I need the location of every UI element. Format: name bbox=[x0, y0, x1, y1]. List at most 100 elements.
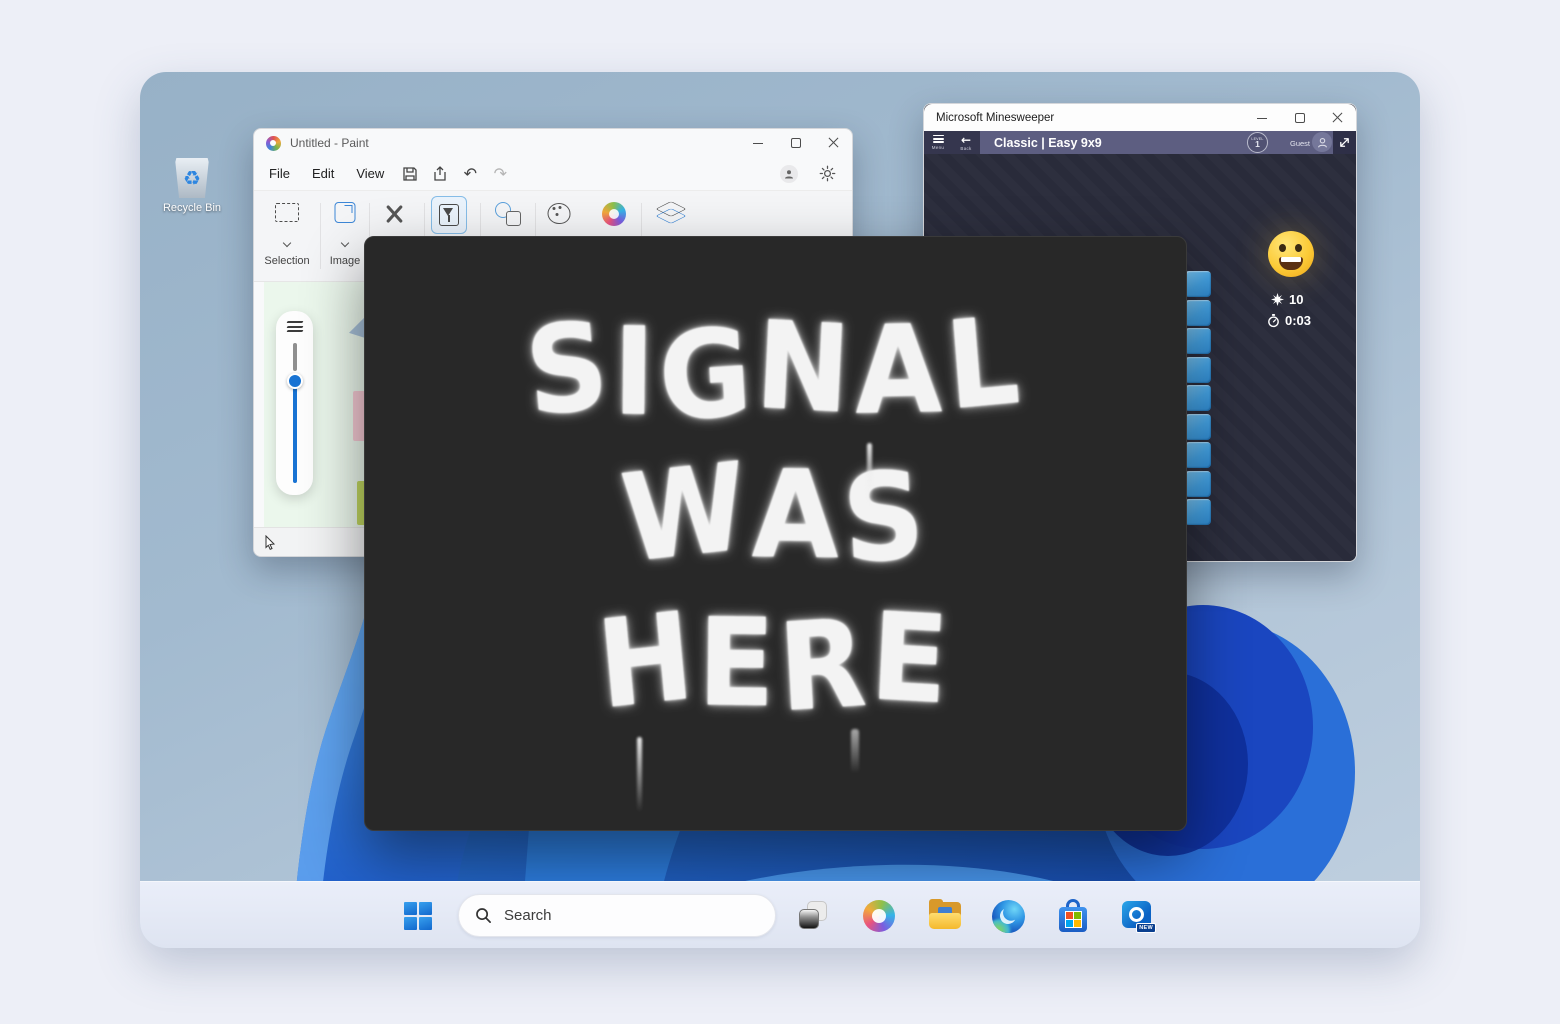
recycle-arrows-icon: ♻ bbox=[183, 168, 201, 188]
mine-cell[interactable] bbox=[1185, 328, 1211, 354]
minimize-button[interactable] bbox=[752, 137, 764, 149]
search-icon bbox=[475, 907, 492, 924]
slider-track[interactable] bbox=[293, 343, 297, 484]
shapes-icon bbox=[495, 202, 521, 226]
selection-dropdown[interactable] bbox=[284, 233, 290, 251]
game-mode-title: Classic | Easy 9x9 bbox=[994, 136, 1102, 150]
mine-cell[interactable] bbox=[1185, 414, 1211, 440]
image-label: Image bbox=[330, 255, 361, 267]
tools-button[interactable] bbox=[382, 202, 406, 226]
outlook-icon: NEW bbox=[1120, 899, 1156, 933]
guest-label: Guest bbox=[1290, 139, 1310, 148]
graffiti-line-3: HERE bbox=[598, 583, 953, 744]
graffiti-overlay: SIGNAL WAS HERE bbox=[364, 236, 1187, 831]
mine-cell[interactable] bbox=[1185, 271, 1211, 297]
start-button[interactable] bbox=[399, 897, 437, 935]
settings-gear-icon[interactable] bbox=[812, 163, 842, 185]
menu-file[interactable]: File bbox=[258, 162, 301, 185]
graffiti-line-1: SIGNAL bbox=[526, 289, 1025, 453]
copilot-icon bbox=[863, 900, 895, 932]
image-dropdown[interactable] bbox=[342, 233, 348, 251]
fullscreen-button[interactable] bbox=[1333, 131, 1356, 154]
minesweeper-window-title: Microsoft Minesweeper bbox=[936, 112, 1054, 124]
copilot-button[interactable] bbox=[602, 202, 626, 226]
palette-icon bbox=[548, 203, 571, 224]
menu-edit[interactable]: Edit bbox=[301, 162, 345, 185]
menu-view[interactable]: View bbox=[345, 162, 395, 185]
recycle-bin-label: Recycle Bin bbox=[152, 202, 232, 214]
mine-cell[interactable] bbox=[1185, 300, 1211, 326]
mines-remaining-value: 10 bbox=[1289, 292, 1303, 307]
minesweeper-titlebar: Microsoft Minesweeper bbox=[924, 104, 1356, 131]
minesweeper-header: Menu ← Back Classic | Easy 9x9 LEVEL 1 G… bbox=[924, 131, 1356, 154]
mine-cell[interactable] bbox=[1185, 442, 1211, 468]
stopwatch-icon bbox=[1267, 314, 1280, 328]
minimize-button[interactable] bbox=[1256, 112, 1268, 124]
search-box[interactable]: Search bbox=[458, 894, 776, 937]
windows-logo-icon bbox=[404, 902, 432, 930]
level-badge[interactable]: LEVEL 1 bbox=[1247, 132, 1268, 153]
selection-tool[interactable] bbox=[275, 203, 299, 222]
timer-value: 0:03 bbox=[1285, 313, 1311, 328]
microsoft-store-button[interactable] bbox=[1054, 897, 1092, 935]
outlook-new-badge: NEW bbox=[1136, 923, 1156, 933]
chevron-down-icon bbox=[283, 239, 291, 247]
copilot-icon bbox=[602, 202, 626, 226]
selection-icon bbox=[275, 203, 299, 222]
save-icon[interactable] bbox=[395, 163, 425, 185]
account-avatar[interactable] bbox=[780, 165, 798, 183]
close-button[interactable] bbox=[828, 137, 840, 149]
cursor-icon bbox=[264, 535, 276, 550]
guest-avatar[interactable] bbox=[1312, 132, 1332, 152]
graffiti-text: SIGNAL WAS HERE bbox=[365, 237, 1186, 830]
game-timer: 0:03 bbox=[1267, 313, 1311, 328]
drawing-tools-icon bbox=[382, 202, 406, 226]
redo-icon[interactable]: ↷ bbox=[485, 163, 515, 185]
edge-button[interactable] bbox=[989, 897, 1027, 935]
paint-drip bbox=[867, 443, 872, 505]
maximize-button[interactable] bbox=[790, 137, 802, 149]
edge-icon bbox=[992, 900, 1025, 933]
file-explorer-icon bbox=[928, 901, 962, 931]
layers-button[interactable] bbox=[657, 201, 683, 227]
store-icon bbox=[1057, 899, 1089, 933]
paint-window-title: Untitled - Paint bbox=[290, 136, 369, 150]
outlook-button[interactable]: NEW bbox=[1119, 897, 1157, 935]
image-tool[interactable] bbox=[335, 202, 356, 223]
back-arrow-icon: ← bbox=[961, 135, 971, 145]
paint-drip bbox=[637, 737, 642, 812]
close-button[interactable] bbox=[1332, 112, 1344, 124]
task-view-button[interactable] bbox=[794, 897, 832, 935]
share-icon[interactable] bbox=[425, 163, 455, 185]
task-view-icon bbox=[795, 899, 831, 933]
taskbar: Search NEW bbox=[140, 881, 1420, 948]
shapes-button[interactable] bbox=[495, 202, 521, 226]
mine-cell[interactable] bbox=[1185, 499, 1211, 525]
slider-thumb[interactable] bbox=[287, 373, 303, 389]
game-menu-button[interactable]: Menu bbox=[924, 131, 952, 154]
smiley-face-icon[interactable] bbox=[1268, 231, 1314, 277]
selection-label: Selection bbox=[264, 255, 309, 267]
mine-cell[interactable] bbox=[1185, 471, 1211, 497]
recycle-bin[interactable]: ♻ Recycle Bin bbox=[152, 158, 232, 214]
file-explorer-button[interactable] bbox=[926, 897, 964, 935]
mine-cell[interactable] bbox=[1185, 385, 1211, 411]
graffiti-line-2: WAS bbox=[621, 437, 929, 598]
fullscreen-icon bbox=[1338, 136, 1351, 149]
color-palette-button[interactable] bbox=[548, 203, 571, 224]
desktop: ♻ Recycle Bin Untitled - Paint File Edit… bbox=[140, 72, 1420, 948]
mine-icon bbox=[1271, 293, 1284, 306]
recycle-bin-icon: ♻ bbox=[175, 158, 209, 198]
layers-icon bbox=[657, 201, 683, 227]
maximize-button[interactable] bbox=[1294, 112, 1306, 124]
chevron-down-icon bbox=[341, 239, 349, 247]
mine-cell[interactable] bbox=[1185, 357, 1211, 383]
spray-tool-selected[interactable] bbox=[431, 196, 467, 234]
search-placeholder: Search bbox=[504, 907, 552, 924]
paint-drip bbox=[851, 729, 859, 773]
toolbar-divider bbox=[320, 203, 321, 269]
undo-icon[interactable]: ↶ bbox=[455, 163, 485, 185]
back-button[interactable]: ← Back bbox=[952, 131, 980, 154]
paint-app-icon bbox=[266, 136, 281, 151]
copilot-button[interactable] bbox=[860, 897, 898, 935]
